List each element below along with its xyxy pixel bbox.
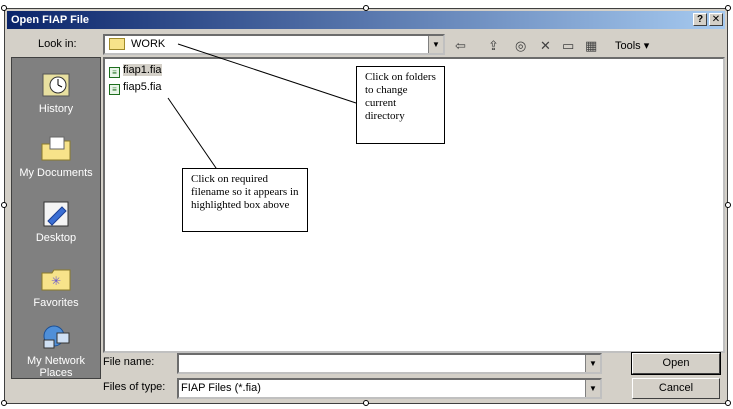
resize-handle[interactable] (363, 5, 369, 11)
folders-note: Click on folders to change current direc… (356, 66, 445, 144)
resize-handle[interactable] (1, 202, 7, 208)
resize-handle[interactable] (363, 400, 369, 406)
resize-handle[interactable] (725, 400, 731, 406)
folders-callout-line (177, 43, 357, 104)
annotation-lines (167, 43, 357, 204)
filename-note: Click on required filename so it appears… (182, 168, 308, 232)
resize-handle[interactable] (1, 400, 7, 406)
resize-handle[interactable] (1, 5, 7, 11)
resize-handle[interactable] (725, 202, 731, 208)
resize-handle[interactable] (725, 5, 731, 11)
